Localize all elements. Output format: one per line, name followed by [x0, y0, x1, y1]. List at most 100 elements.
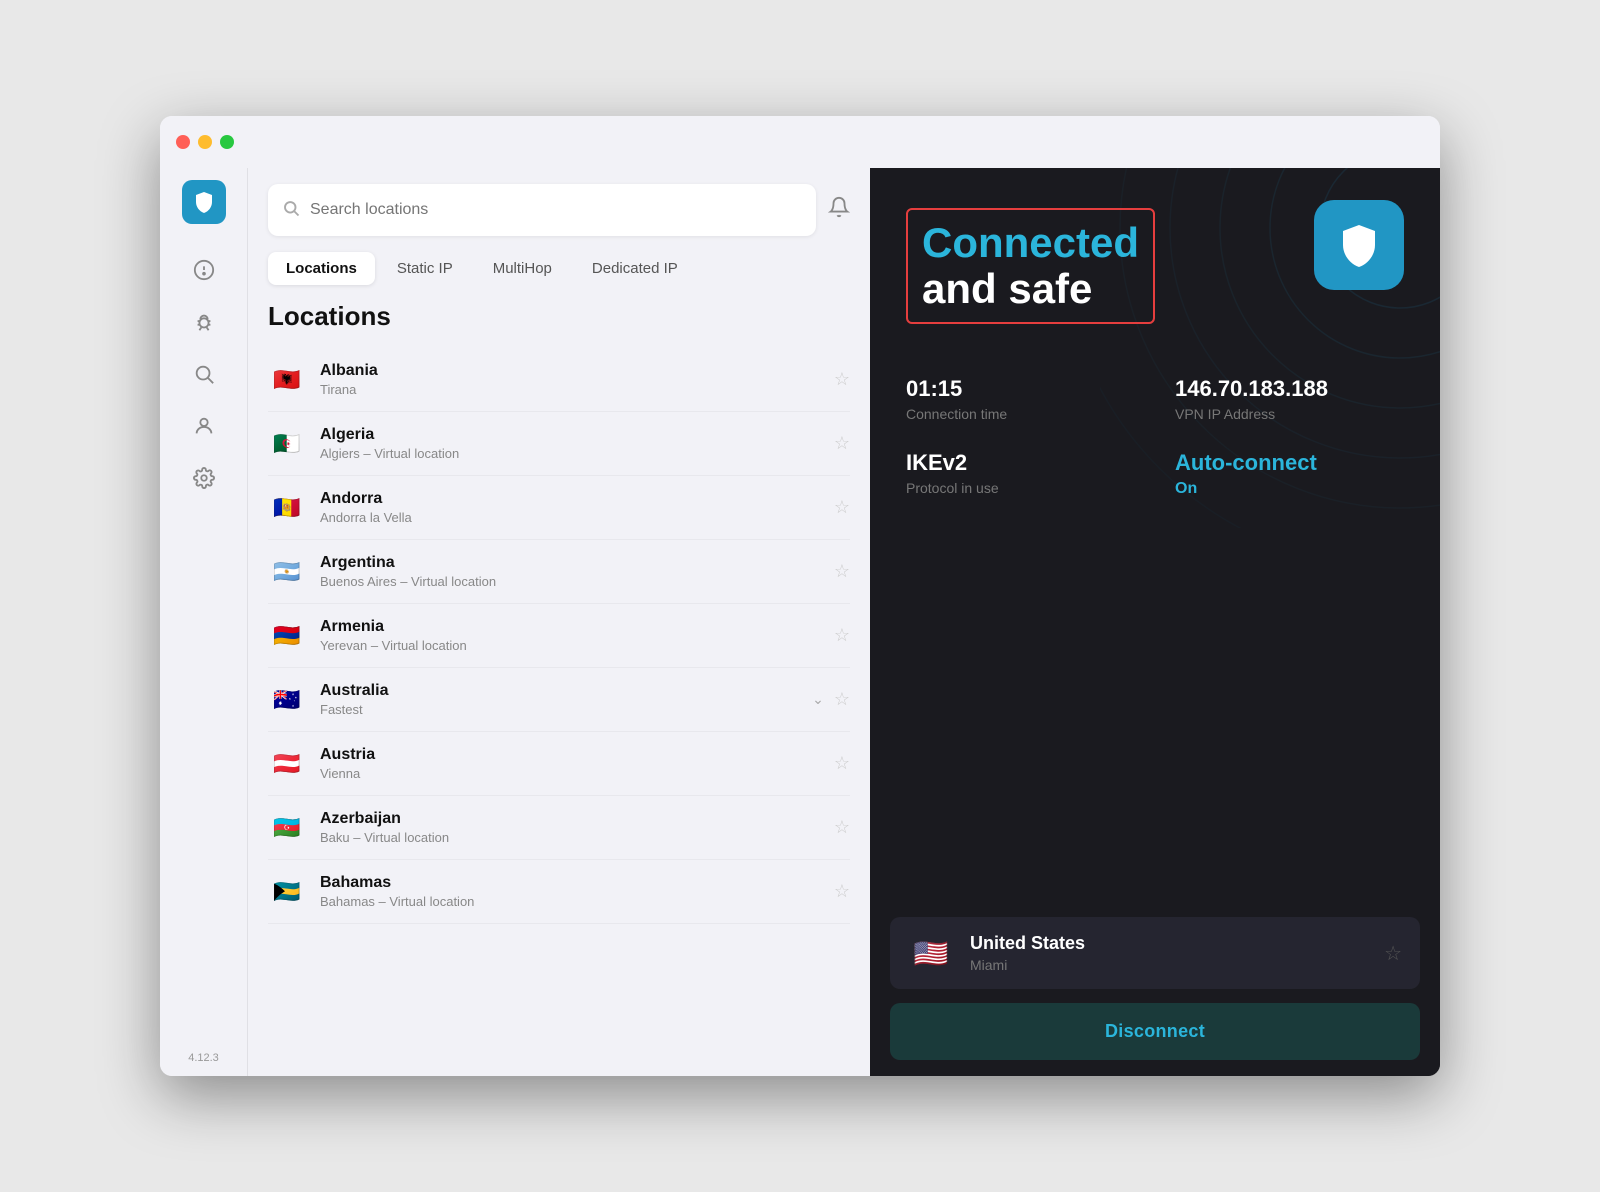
location-name: Austria — [320, 746, 820, 764]
right-panel: Connected and safe 01:15 Connection time… — [870, 168, 1440, 1076]
search-bar-row — [248, 168, 870, 252]
location-sub: Andorra la Vella — [320, 510, 820, 525]
title-bar — [160, 116, 1440, 168]
maximize-button[interactable] — [220, 135, 234, 149]
favorite-star-icon[interactable]: ☆ — [834, 497, 850, 518]
location-items: 🇦🇱 Albania Tirana ☆ 🇩🇿 Algeria Algiers –… — [268, 348, 850, 924]
favorite-star-icon[interactable]: ☆ — [834, 433, 850, 454]
favorite-star-icon[interactable]: ☆ — [834, 369, 850, 390]
favorite-star-icon[interactable]: ☆ — [834, 881, 850, 902]
location-actions: ☆ — [834, 881, 850, 902]
ip-address-label: VPN IP Address — [1175, 406, 1404, 422]
current-location-name: United States — [970, 933, 1368, 954]
app-logo[interactable] — [182, 180, 226, 224]
sidebar-item-profile[interactable] — [182, 404, 226, 448]
connected-status-box: Connected and safe — [906, 208, 1155, 324]
connection-time-stat: 01:15 Connection time — [906, 376, 1135, 422]
tab-locations[interactable]: Locations — [268, 252, 375, 285]
list-item[interactable]: 🇩🇿 Algeria Algiers – Virtual location ☆ — [268, 412, 850, 476]
expand-chevron-icon[interactable]: ⌄ — [812, 691, 824, 708]
favorite-star-icon[interactable]: ☆ — [834, 753, 850, 774]
favorite-star-icon[interactable]: ☆ — [834, 689, 850, 710]
location-name: Australia — [320, 682, 798, 700]
sidebar-item-search[interactable] — [182, 352, 226, 396]
location-sub: Bahamas – Virtual location — [320, 894, 820, 909]
location-actions: ☆ — [834, 497, 850, 518]
ip-address-value: 146.70.183.188 — [1175, 376, 1404, 402]
location-sub: Yerevan – Virtual location — [320, 638, 820, 653]
location-flag: 🇦🇱 — [268, 366, 306, 394]
location-flag: 🇦🇲 — [268, 622, 306, 650]
main-content: Locations Static IP MultiHop Dedicated I… — [248, 168, 870, 1076]
favorite-star-icon[interactable]: ☆ — [834, 625, 850, 646]
location-actions: ☆ — [834, 625, 850, 646]
favorite-star-icon[interactable]: ☆ — [834, 561, 850, 582]
close-button[interactable] — [176, 135, 190, 149]
tab-static-ip[interactable]: Static IP — [379, 252, 471, 285]
current-location-card[interactable]: 🇺🇸 United States Miami ☆ — [890, 917, 1420, 989]
connection-time-label: Connection time — [906, 406, 1135, 422]
list-item[interactable]: 🇦🇿 Azerbaijan Baku – Virtual location ☆ — [268, 796, 850, 860]
alert-icon — [193, 259, 215, 281]
location-sub: Algiers – Virtual location — [320, 446, 820, 461]
list-item[interactable]: 🇧🇸 Bahamas Bahamas – Virtual location ☆ — [268, 860, 850, 924]
version-label: 4.12.3 — [188, 1052, 219, 1064]
sidebar-item-settings[interactable] — [182, 456, 226, 500]
location-sub: Buenos Aires – Virtual location — [320, 574, 820, 589]
locations-list: Locations 🇦🇱 Albania Tirana ☆ 🇩🇿 Algeria… — [248, 293, 870, 1076]
list-item[interactable]: 🇦🇲 Armenia Yerevan – Virtual location ☆ — [268, 604, 850, 668]
vpn-shield-icon — [1314, 200, 1404, 290]
location-flag: 🇩🇿 — [268, 430, 306, 458]
location-name: Armenia — [320, 618, 820, 636]
tab-dedicated-ip[interactable]: Dedicated IP — [574, 252, 696, 285]
location-name: Argentina — [320, 554, 820, 572]
current-location-star-icon[interactable]: ☆ — [1384, 941, 1402, 966]
ip-address-stat: 146.70.183.188 VPN IP Address — [1175, 376, 1404, 422]
list-item[interactable]: 🇦🇱 Albania Tirana ☆ — [268, 348, 850, 412]
app-body: 4.12.3 — [160, 168, 1440, 1076]
protocol-value: IKEv2 — [906, 450, 1135, 476]
list-item[interactable]: 🇦🇩 Andorra Andorra la Vella ☆ — [268, 476, 850, 540]
list-item[interactable]: 🇦🇺 Australia Fastest ⌄ ☆ — [268, 668, 850, 732]
locations-heading: Locations — [268, 301, 850, 332]
search-bar — [268, 184, 816, 236]
shield-vpn-icon — [1335, 221, 1383, 269]
tabs-row: Locations Static IP MultiHop Dedicated I… — [248, 252, 870, 285]
current-location-flag: 🇺🇸 — [908, 936, 954, 970]
location-info: Argentina Buenos Aires – Virtual locatio… — [320, 554, 820, 589]
location-actions: ☆ — [834, 817, 850, 838]
bug-icon — [193, 311, 215, 333]
logo-icon — [192, 190, 216, 214]
location-flag: 🇦🇹 — [268, 750, 306, 778]
connected-title: Connected — [922, 220, 1139, 266]
location-name: Bahamas — [320, 874, 820, 892]
auto-connect-label: Auto-connect — [1175, 450, 1404, 476]
safe-title: and safe — [922, 266, 1139, 312]
sidebar-item-bug[interactable] — [182, 300, 226, 344]
location-flag: 🇧🇸 — [268, 878, 306, 906]
location-info: Algeria Algiers – Virtual location — [320, 426, 820, 461]
notification-bell-icon[interactable] — [828, 196, 850, 224]
minimize-button[interactable] — [198, 135, 212, 149]
stats-grid: 01:15 Connection time 146.70.183.188 VPN… — [906, 376, 1404, 498]
location-name: Algeria — [320, 426, 820, 444]
location-flag: 🇦🇩 — [268, 494, 306, 522]
sidebar-item-alert[interactable] — [182, 248, 226, 292]
tab-multihop[interactable]: MultiHop — [475, 252, 570, 285]
location-info: Austria Vienna — [320, 746, 820, 781]
location-actions: ⌄ ☆ — [812, 689, 850, 710]
list-item[interactable]: 🇦🇹 Austria Vienna ☆ — [268, 732, 850, 796]
favorite-star-icon[interactable]: ☆ — [834, 817, 850, 838]
list-item[interactable]: 🇦🇷 Argentina Buenos Aires – Virtual loca… — [268, 540, 850, 604]
search-icon — [282, 199, 300, 222]
location-sub: Vienna — [320, 766, 820, 781]
location-name: Andorra — [320, 490, 820, 508]
search-input[interactable] — [310, 201, 802, 219]
protocol-stat: IKEv2 Protocol in use — [906, 450, 1135, 498]
settings-icon — [193, 467, 215, 489]
location-info: Andorra Andorra la Vella — [320, 490, 820, 525]
disconnect-button[interactable]: Disconnect — [890, 1003, 1420, 1060]
location-sub: Baku – Virtual location — [320, 830, 820, 845]
search-nav-icon — [193, 363, 215, 385]
location-sub: Tirana — [320, 382, 820, 397]
